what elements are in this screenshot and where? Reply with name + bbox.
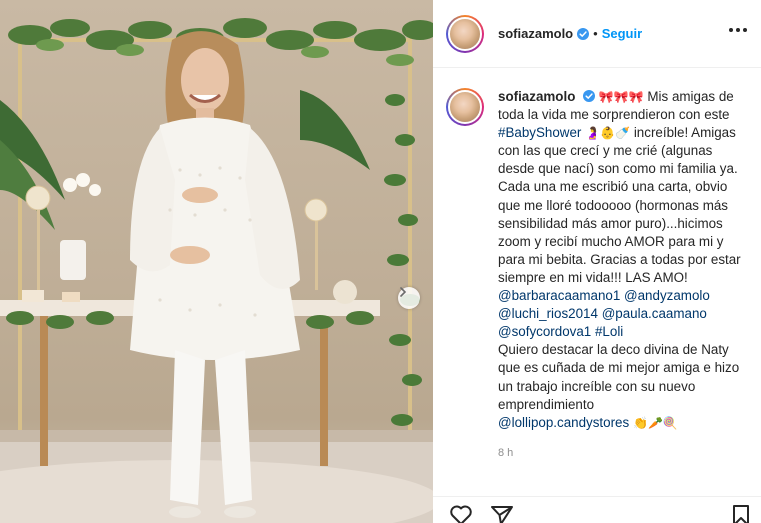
mention-barbaracaamano1[interactable]: @barbaracaamano1 [498, 288, 620, 303]
follow-button[interactable]: Seguir [602, 26, 642, 41]
caption-emoji-end: 👏🥕🍭 [629, 415, 678, 430]
send-icon[interactable] [490, 504, 514, 523]
hashtag-loli[interactable]: #Loli [595, 324, 623, 339]
mention-andyzamolo[interactable]: @andyzamolo [624, 288, 710, 303]
post-photo[interactable] [0, 0, 433, 523]
post-header: sofiazamolo • Seguir [433, 0, 761, 68]
bookmark-icon[interactable] [731, 504, 751, 523]
mention-luchi-rios2014[interactable]: @luchi_rios2014 [498, 306, 598, 321]
heart-icon[interactable] [449, 504, 473, 523]
post-timestamp[interactable]: 8 h [498, 444, 745, 462]
caption-author-avatar[interactable] [446, 88, 484, 126]
header-separator: • [593, 26, 598, 41]
more-options-icon[interactable] [725, 24, 751, 36]
caption-emoji-baby: 🤰👶🍼 [581, 126, 634, 141]
mention-paula-caamano[interactable]: @paula.caamano [602, 306, 707, 321]
hashtag-babyshower[interactable]: #BabyShower [498, 125, 581, 140]
author-avatar[interactable] [446, 14, 484, 53]
next-image-button[interactable] [398, 287, 420, 309]
mention-sofycordova1[interactable]: @sofycordova1 [498, 324, 591, 339]
caption-username[interactable]: sofiazamolo [498, 89, 575, 104]
mention-lollipop-candystores[interactable]: @lollipop.candystores [498, 415, 629, 430]
post-details-panel: sofiazamolo • Seguir sofiazamolo 🎀🎀🎀 Mis… [433, 0, 761, 523]
chevron-right-icon [400, 287, 407, 297]
verified-badge-icon [577, 27, 590, 40]
caption-text-2: increíble! Amigas con las que crecí y me… [498, 125, 741, 285]
verified-badge-icon [583, 90, 596, 102]
caption-comment: sofiazamolo 🎀🎀🎀 Mis amigas de toda la vi… [433, 68, 761, 462]
caption-text: sofiazamolo 🎀🎀🎀 Mis amigas de toda la vi… [498, 88, 745, 462]
photo-scene [0, 18, 433, 523]
caption-emoji-bows: 🎀🎀🎀 [598, 90, 644, 104]
caption-text-3: Quiero destacar la deco divina de Naty q… [498, 342, 740, 412]
action-bar [433, 496, 761, 523]
author-username[interactable]: sofiazamolo [498, 26, 573, 41]
